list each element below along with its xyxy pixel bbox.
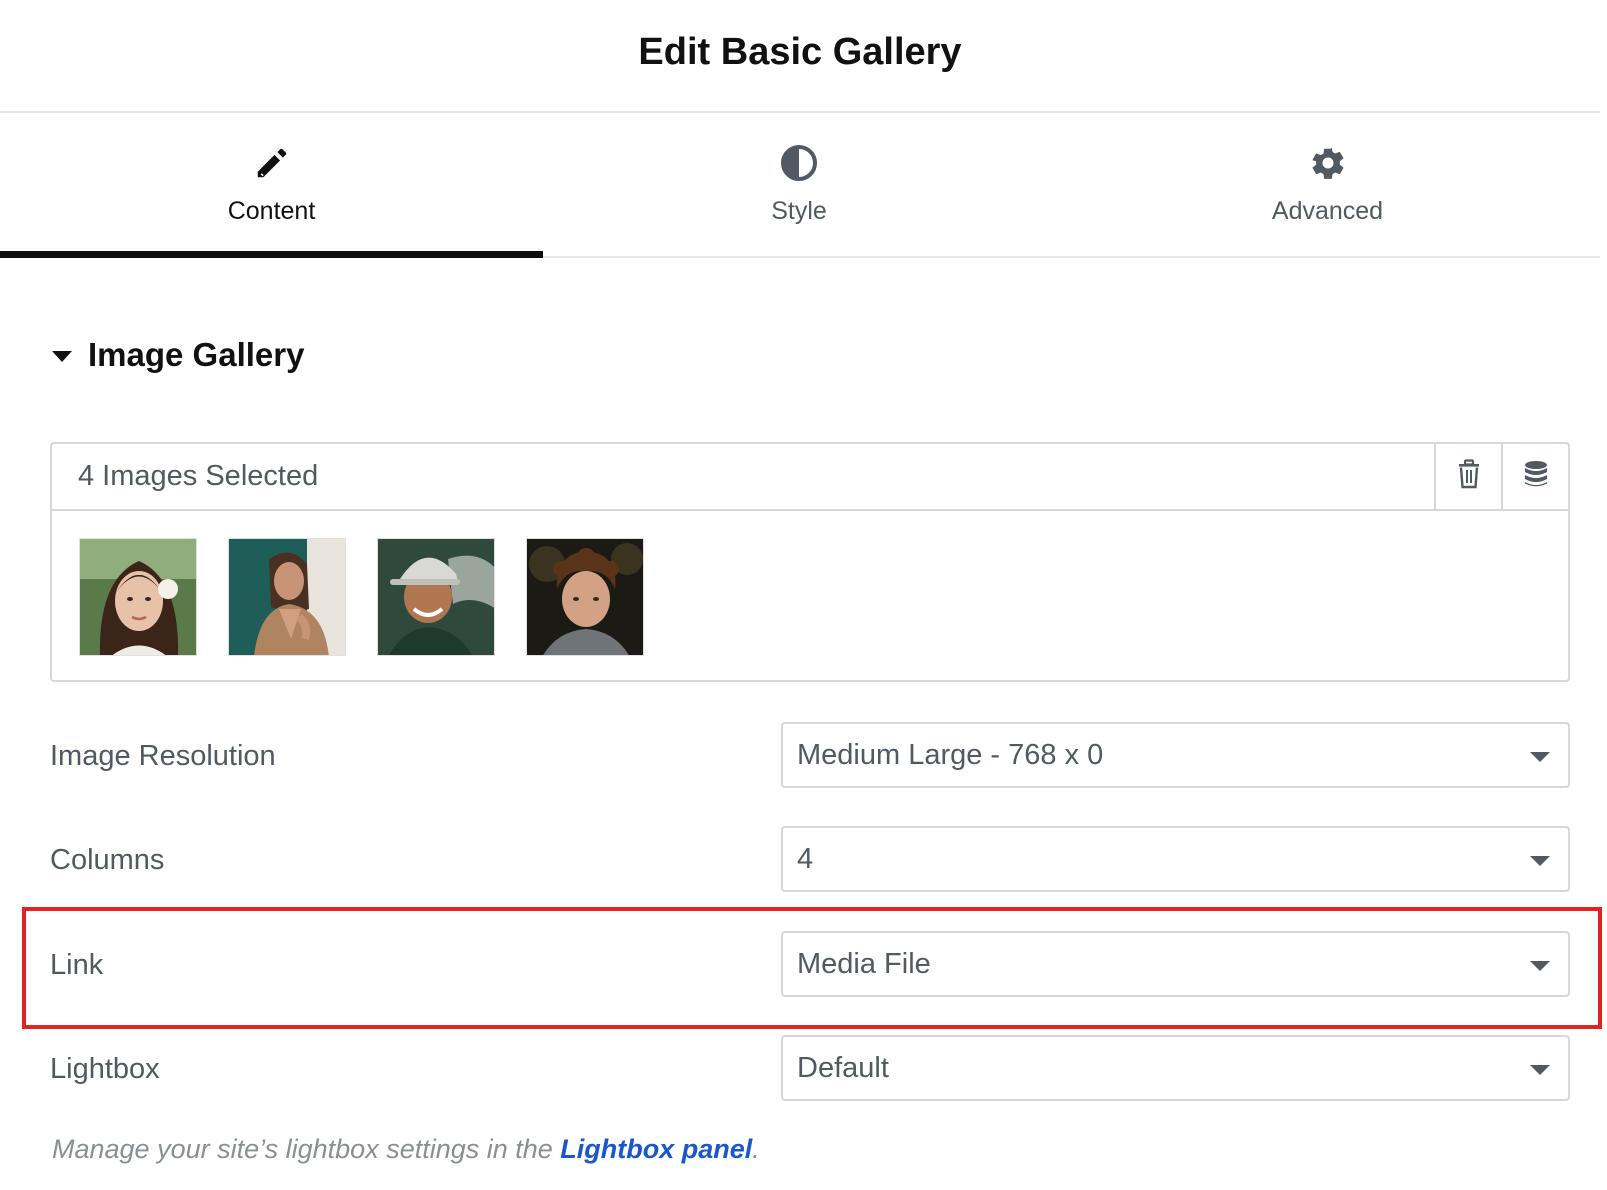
thumbnail-man-in-cap[interactable] <box>377 538 495 656</box>
tab-advanced[interactable]: Advanced <box>1055 113 1600 256</box>
thumbnail-curly-haired-man[interactable] <box>526 538 644 656</box>
tab-advanced-label: Advanced <box>1271 197 1384 225</box>
link-label: Link <box>50 948 104 981</box>
image-resolution-label: Image Resolution <box>50 739 276 772</box>
columns-value: 4 <box>797 842 814 875</box>
delete-gallery-button[interactable] <box>1434 444 1501 509</box>
image-resolution-row: Image Resolution Medium Large - 768 x 0 <box>50 722 1570 790</box>
link-select[interactable]: Media File <box>781 931 1570 997</box>
section-toggle-image-gallery[interactable]: Image Gallery <box>52 336 304 374</box>
columns-row: Columns 4 <box>50 826 1570 894</box>
lightbox-label: Lightbox <box>50 1052 160 1085</box>
tab-content[interactable]: Content <box>0 113 543 258</box>
thumbnail-woman-in-tan-jacket[interactable] <box>228 538 346 656</box>
lightbox-note: Manage your site’s lightbox settings in … <box>52 1134 760 1165</box>
lightbox-panel-link[interactable]: Lightbox panel <box>560 1134 752 1164</box>
database-icon <box>1523 460 1549 493</box>
thumbnail-list <box>52 511 1568 656</box>
columns-label: Columns <box>50 843 165 876</box>
lightbox-value: Default <box>797 1051 889 1084</box>
link-value: Media File <box>797 947 931 980</box>
chevron-down-icon <box>1530 1065 1550 1075</box>
tab-bar: Content Style Advanced <box>0 113 1600 258</box>
image-resolution-select[interactable]: Medium Large - 768 x 0 <box>781 722 1570 788</box>
link-row: Link Media File <box>50 931 1570 999</box>
pencil-icon <box>252 143 292 183</box>
lightbox-row: Lightbox Default <box>50 1035 1570 1103</box>
chevron-down-icon <box>1530 856 1550 866</box>
lightbox-note-suffix: . <box>752 1134 760 1164</box>
chevron-down-icon <box>1530 752 1550 762</box>
gear-icon <box>1308 143 1348 183</box>
half-circle-icon <box>779 143 819 183</box>
columns-select[interactable]: 4 <box>781 826 1570 892</box>
tab-style[interactable]: Style <box>543 113 1055 256</box>
caret-down-icon <box>52 350 72 362</box>
edit-panel: Edit Basic Gallery Content Style Advance… <box>0 0 1607 1190</box>
section-title: Image Gallery <box>88 336 305 373</box>
add-images-button[interactable] <box>1501 444 1568 509</box>
gallery-control: 4 Images Selected <box>50 442 1570 682</box>
tab-content-label: Content <box>227 197 316 225</box>
gallery-toolbar: 4 Images Selected <box>52 444 1568 511</box>
image-resolution-value: Medium Large - 768 x 0 <box>797 738 1104 771</box>
trash-icon <box>1456 459 1482 494</box>
panel-header: Edit Basic Gallery <box>0 0 1600 113</box>
images-selected-count: 4 Images Selected <box>78 460 319 492</box>
lightbox-select[interactable]: Default <box>781 1035 1570 1101</box>
lightbox-note-text: Manage your site’s lightbox settings in … <box>52 1134 561 1164</box>
page-title: Edit Basic Gallery <box>638 31 962 73</box>
thumbnail-woman-with-flower[interactable] <box>79 538 197 656</box>
chevron-down-icon <box>1530 961 1550 971</box>
tab-style-label: Style <box>771 197 827 225</box>
